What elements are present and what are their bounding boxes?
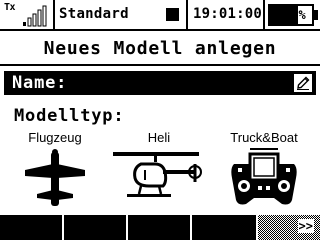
tx-label: Tx (4, 2, 16, 13)
battery-percent: 67% (284, 8, 306, 22)
soft-key-4[interactable] (192, 215, 256, 240)
status-divider (53, 0, 55, 31)
battery-icon: 67% (268, 4, 314, 26)
model-type-label: Modelltyp: (14, 106, 125, 126)
controller-icon (231, 148, 297, 205)
model-type-option-heli[interactable]: Heli (109, 130, 209, 210)
soft-key-1[interactable] (0, 215, 62, 240)
helicopter-icon (113, 152, 202, 197)
stop-icon (166, 8, 179, 21)
signal-strength-icon (23, 5, 47, 27)
name-label: Name: (12, 73, 68, 93)
title-divider (0, 64, 320, 66)
model-type-label-truckboat: Truck&Boat (230, 130, 298, 145)
model-type-option-truckboat[interactable]: Truck&Boat (214, 130, 314, 210)
status-divider (263, 0, 265, 31)
status-bar: Tx Standard 19:01:00 67% (0, 0, 320, 31)
edit-pencil-icon[interactable] (294, 74, 312, 92)
timer: 19:01:00 (193, 6, 263, 22)
model-name: Standard (59, 6, 129, 22)
model-type-label-heli: Heli (147, 130, 171, 145)
status-divider (186, 0, 188, 31)
next-button-label: >> (297, 219, 314, 233)
soft-key-2[interactable] (64, 215, 126, 240)
next-button[interactable]: >> (258, 215, 320, 240)
name-field[interactable]: Name: (4, 71, 316, 95)
model-type-label-flugzeug: Flugzeug (28, 130, 82, 145)
airplane-icon (25, 149, 85, 206)
page-title: Neues Modell anlegen (43, 38, 277, 59)
battery-tip (314, 10, 318, 20)
soft-key-3[interactable] (128, 215, 190, 240)
model-type-option-flugzeug[interactable]: Flugzeug (5, 130, 105, 210)
